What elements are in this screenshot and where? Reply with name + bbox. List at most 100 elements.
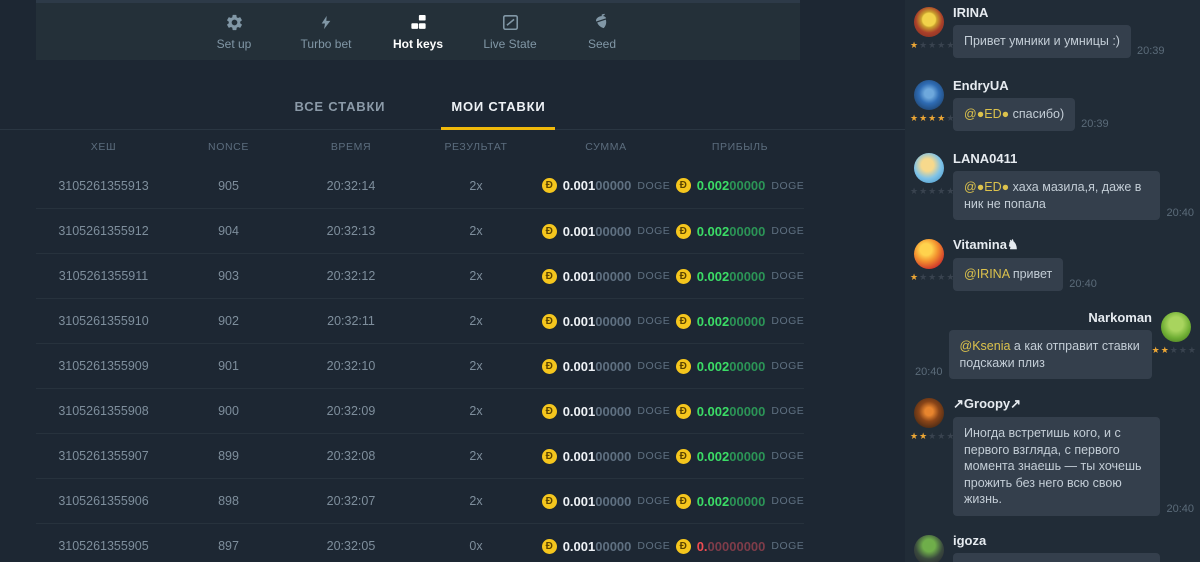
star-icon: ★ (937, 186, 946, 196)
star-icon: ★ (910, 186, 919, 196)
avatar[interactable] (914, 153, 944, 183)
toolbar-item-turbo-bet[interactable]: Turbo bet (295, 12, 357, 51)
bet-time: 20:32:05 (286, 539, 416, 553)
gear-icon (225, 12, 244, 32)
bet-profit: Đ0.00200000DOGE (676, 359, 804, 374)
star-icon: ★ (910, 431, 919, 441)
currency-label: DOGE (771, 270, 804, 282)
currency-label: DOGE (771, 315, 804, 327)
live-chart-icon (501, 12, 520, 32)
avatar[interactable] (914, 398, 944, 428)
table-row[interactable]: 3105261355906 898 20:32:07 2x Đ0.0010000… (36, 478, 804, 523)
tab-my-bets[interactable]: МОИ СТАВКИ (441, 89, 555, 130)
doge-coin-icon: Đ (676, 539, 691, 554)
doge-coin-icon: Đ (676, 494, 691, 509)
toolbar-item-setup[interactable]: Set up (203, 12, 265, 51)
message-text: привет (1009, 267, 1052, 281)
chat-username[interactable]: IRINA (953, 5, 1194, 20)
table-row[interactable]: 3105261355911 903 20:32:12 2x Đ0.0010000… (36, 253, 804, 298)
chat-bubble: @IRINA привет (953, 258, 1063, 291)
chat-username[interactable]: LANA0411 (953, 151, 1194, 166)
star-icon: ★ (946, 272, 955, 282)
doge-coin-icon: Đ (676, 359, 691, 374)
avatar[interactable] (914, 239, 944, 269)
table-row[interactable]: 3105261355913 905 20:32:14 2x Đ0.0010000… (36, 163, 804, 208)
toolbar-item-seed[interactable]: Seed (571, 12, 633, 51)
bets-table: ХЕШ NONCE ВРЕМЯ РЕЗУЛЬТАТ СУММА ПРИБЫЛЬ … (36, 131, 804, 562)
doge-coin-icon: Đ (542, 404, 557, 419)
star-icon: ★ (928, 186, 937, 196)
table-header-row: ХЕШ NONCE ВРЕМЯ РЕЗУЛЬТАТ СУММА ПРИБЫЛЬ (36, 131, 804, 163)
hotkeys-icon (409, 12, 428, 32)
star-icon: ★ (928, 113, 937, 123)
table-row[interactable]: 3105261355908 900 20:32:09 2x Đ0.0010000… (36, 388, 804, 433)
chat-message: ★★★★★ ↗Groopy↗ Иногда встретишь кого, и … (905, 396, 1200, 516)
chat-username[interactable]: igoza (953, 533, 1194, 548)
star-icon: ★ (1188, 345, 1197, 355)
mention-link[interactable]: @Ksenia (960, 339, 1011, 353)
toolbar-item-hot-keys[interactable]: Hot keys (387, 12, 449, 51)
toolbar-label: Live State (483, 37, 536, 51)
toolbar-label: Turbo bet (301, 37, 352, 51)
star-icon: ★ (937, 40, 946, 50)
chat-username[interactable]: Narkoman (915, 310, 1152, 325)
game-settings-toolbar: Set up Turbo bet Hot keys Live State (36, 0, 800, 60)
currency-label: DOGE (637, 225, 670, 237)
currency-label: DOGE (637, 450, 670, 462)
chat-username[interactable]: EndryUA (953, 78, 1194, 93)
avatar[interactable] (914, 80, 944, 110)
chat-message-own: ★★★★★ Narkoman @Ksenia а как отправит ст… (905, 310, 1200, 379)
bet-nonce: 901 (171, 359, 286, 373)
bet-time: 20:32:14 (286, 179, 416, 193)
table-row[interactable]: 3105261355907 899 20:32:08 2x Đ0.0010000… (36, 433, 804, 478)
star-icon: ★ (919, 113, 928, 123)
bet-nonce: 905 (171, 179, 286, 193)
star-icon: ★ (946, 40, 955, 50)
star-icon: ★ (910, 113, 919, 123)
chat-bubble: @●ED●дружище рано ты сказал стоп игра (953, 553, 1160, 562)
doge-coin-icon: Đ (542, 494, 557, 509)
bet-result: 0x (416, 539, 536, 553)
bet-result: 2x (416, 359, 536, 373)
chat-username[interactable]: Vitamina♞ (953, 237, 1194, 253)
table-row[interactable]: 3105261355912 904 20:32:13 2x Đ0.0010000… (36, 208, 804, 253)
chat-message: ★★★★★ EndryUA @●ED● спасибо)20:39 (905, 78, 1200, 134)
bet-profit: Đ0.00000000DOGE (676, 539, 804, 554)
bet-result: 2x (416, 494, 536, 508)
toolbar-item-live-state[interactable]: Live State (479, 12, 541, 51)
tab-all-bets[interactable]: ВСЕ СТАВКИ (285, 89, 396, 130)
bet-hash: 3105261355912 (36, 224, 171, 238)
chat-bubble: @●ED● хаха мазила,я, даже в ник не попал… (953, 171, 1160, 220)
chat-username[interactable]: ↗Groopy↗ (953, 396, 1194, 412)
table-row[interactable]: 3105261355905 897 20:32:05 0x Đ0.0010000… (36, 523, 804, 562)
avatar[interactable] (1161, 312, 1191, 342)
bet-hash: 3105261355910 (36, 314, 171, 328)
bet-profit: Đ0.00200000DOGE (676, 314, 804, 329)
avatar[interactable] (914, 7, 944, 37)
star-icon: ★ (919, 40, 928, 50)
mention-link[interactable]: @●ED● (964, 180, 1009, 194)
doge-coin-icon: Đ (542, 539, 557, 554)
main-panel: Set up Turbo bet Hot keys Live State (0, 0, 905, 562)
chat-panel[interactable]: ★★★★★ IRINA Привет умники и умницы :)20:… (905, 0, 1200, 562)
table-row[interactable]: 3105261355909 901 20:32:10 2x Đ0.0010000… (36, 343, 804, 388)
star-icon: ★ (1161, 345, 1170, 355)
table-row[interactable]: 3105261355910 902 20:32:11 2x Đ0.0010000… (36, 298, 804, 343)
doge-coin-icon: Đ (676, 269, 691, 284)
star-icon: ★ (946, 186, 955, 196)
timestamp: 20:40 (1166, 503, 1194, 516)
mention-link[interactable]: @IRINA (964, 267, 1009, 281)
chat-message: ★★★★★ igoza @●ED●дружище рано ты сказал … (905, 533, 1200, 562)
bet-amount: Đ0.00100000DOGE (536, 404, 676, 419)
mention-link[interactable]: @●ED● (964, 107, 1009, 121)
bet-time: 20:32:10 (286, 359, 416, 373)
bet-result: 2x (416, 449, 536, 463)
column-header-time: ВРЕМЯ (286, 141, 416, 153)
doge-coin-icon: Đ (676, 224, 691, 239)
bet-hash: 3105261355913 (36, 179, 171, 193)
avatar[interactable] (914, 535, 944, 562)
bet-result: 2x (416, 269, 536, 283)
timestamp: 20:40 (915, 366, 943, 379)
bet-nonce: 903 (171, 269, 286, 283)
currency-label: DOGE (771, 450, 804, 462)
